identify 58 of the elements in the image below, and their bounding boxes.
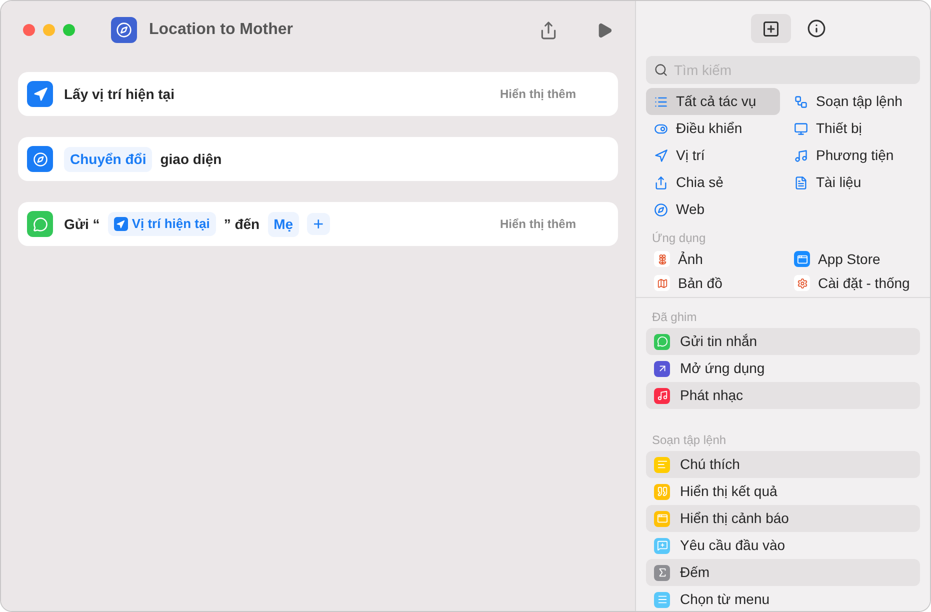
music-note-icon xyxy=(794,148,808,162)
map-icon xyxy=(654,275,670,291)
share-icon[interactable] xyxy=(539,20,558,40)
info-icon[interactable] xyxy=(806,19,826,38)
category-item[interactable]: Tài liệu xyxy=(786,169,920,196)
scripting-action[interactable]: Chọn từ menu xyxy=(646,586,920,611)
category-item[interactable]: Soạn tập lệnh xyxy=(786,88,920,115)
section-heading: Đã ghim xyxy=(651,309,698,326)
pinned-action[interactable]: Mở ứng dụng xyxy=(646,355,920,382)
action-card[interactable]: Gửi “ Vị trí hiện tại ” đến Mẹ + Hiển thị thêm xyxy=(18,202,618,246)
play-icon[interactable] xyxy=(596,22,613,38)
category-item[interactable]: Tất cả tác vụ xyxy=(646,88,780,115)
scripting-action[interactable]: Hiển thị cảnh báo xyxy=(646,505,920,532)
action-card[interactable]: Lấy vị trí hiện tại Hiển thị thêm xyxy=(18,72,618,116)
document-icon xyxy=(794,176,808,190)
parameter-token[interactable]: Mẹ xyxy=(268,212,300,236)
scripting-action[interactable]: Chú thích xyxy=(646,451,920,478)
share-icon xyxy=(654,176,668,190)
section-heading: Soạn tập lệnh xyxy=(651,432,728,449)
section-heading: Ứng dụng xyxy=(651,230,707,247)
category-item[interactable]: Thiết bị xyxy=(786,115,920,142)
action-text: ” đến xyxy=(224,214,260,234)
close-button[interactable] xyxy=(23,24,35,36)
scripting-action[interactable]: Hiển thị kết quả xyxy=(646,478,920,505)
location-arrow-icon xyxy=(654,148,668,162)
app-item[interactable]: App Store xyxy=(786,247,920,271)
gear-icon xyxy=(794,275,810,291)
pinned-action[interactable]: Phát nhạc xyxy=(646,382,920,409)
category-item[interactable]: Phương tiện xyxy=(786,142,920,169)
variable-token[interactable]: Vị trí hiện tại xyxy=(108,212,216,236)
category-item[interactable]: Web xyxy=(646,196,780,223)
search-icon xyxy=(654,63,668,77)
pinned-action[interactable]: Gửi tin nhắn xyxy=(646,328,920,355)
action-text: giao diện xyxy=(160,150,222,169)
window-title: Location to Mother xyxy=(149,20,293,40)
app-store-icon xyxy=(794,251,810,267)
parameter-token[interactable]: Chuyển đổi xyxy=(64,146,152,172)
compass-icon xyxy=(111,17,137,43)
action-text: Gửi “ xyxy=(64,214,100,234)
category-item[interactable]: Vị trí xyxy=(646,142,780,169)
add-recipient-button[interactable]: + xyxy=(307,213,330,235)
toggle-icon xyxy=(654,122,668,136)
flower-icon xyxy=(654,251,670,267)
list-icon xyxy=(654,94,668,108)
monitor-icon xyxy=(794,122,808,136)
library-tab[interactable] xyxy=(750,14,790,43)
compass-icon xyxy=(654,202,668,216)
add-square-icon xyxy=(762,20,780,38)
app-item[interactable]: Bản đồ xyxy=(646,271,780,295)
category-item[interactable]: Chia sẻ xyxy=(646,169,780,196)
action-text: Lấy vị trí hiện tại xyxy=(64,84,174,104)
app-item[interactable]: Cài đặt - thống xyxy=(786,271,920,295)
scripting-action[interactable]: Yêu cầu đầu vào xyxy=(646,532,920,559)
scripting-action[interactable]: Đếm xyxy=(646,559,920,586)
category-item[interactable]: Điều khiển xyxy=(646,115,780,142)
script-icon xyxy=(794,94,808,108)
action-card[interactable]: Chuyển đổi giao diện xyxy=(18,137,618,181)
app-item[interactable]: Ảnh xyxy=(646,247,780,271)
